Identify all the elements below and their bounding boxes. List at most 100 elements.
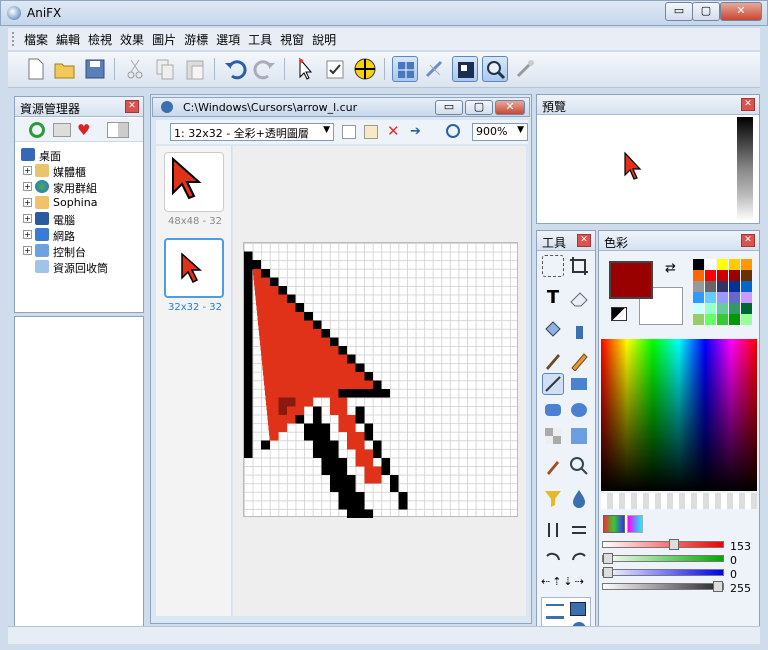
zoom-select[interactable]: 900% ▼ [472,123,528,141]
palette-swatch[interactable] [729,281,740,292]
palette-swatch[interactable] [741,303,752,314]
color-spectrum[interactable] [601,339,757,491]
palette-swatch[interactable] [705,292,716,303]
red-slider[interactable] [602,539,724,550]
expand-icon[interactable]: + [23,198,32,207]
palette-swatch[interactable] [717,259,728,270]
palette-swatch[interactable] [705,281,716,292]
delete-frame-icon[interactable]: ✕ [387,122,400,140]
color-picker-icon[interactable] [542,455,564,477]
palette-swatch[interactable] [717,270,728,281]
menu-options[interactable]: 選項 [212,28,244,51]
marquee-select-icon[interactable] [542,255,564,277]
palette-swatch[interactable] [729,303,740,314]
expand-icon[interactable]: + [23,182,32,191]
tree-item-desktop[interactable]: 桌面 [15,147,143,163]
doc-close-button[interactable]: ✕ [495,100,525,115]
zoom-icon[interactable] [482,56,508,82]
new-file-icon[interactable] [22,56,48,82]
menu-effects[interactable]: 效果 [116,28,148,51]
duplicate-frame-icon[interactable] [364,125,378,139]
hsv-mode-icon[interactable] [627,515,643,533]
palette-swatch[interactable] [705,259,716,270]
fill-bucket-icon[interactable] [542,319,564,341]
move-frame-icon[interactable]: ➔ [410,124,421,139]
palette-swatch[interactable] [693,270,704,281]
favorite-icon[interactable]: ♥ [77,121,90,139]
menu-file[interactable]: 檔案 [20,28,52,51]
palette-swatch[interactable] [705,314,716,325]
reset-colors-icon[interactable] [611,307,627,321]
open-folder-icon[interactable] [52,56,78,82]
doc-minimize-button[interactable]: ▭ [435,100,463,115]
fill-style-icon[interactable] [570,602,586,616]
rename-icon[interactable] [53,123,71,137]
checklist-icon[interactable] [322,56,348,82]
preview-icon[interactable] [452,56,478,82]
pencil-icon[interactable] [568,349,590,372]
palette-swatch[interactable] [717,292,728,303]
alpha-slider[interactable] [602,581,724,592]
palette-swatch[interactable] [705,303,716,314]
palette-swatch[interactable] [741,314,752,325]
palette-swatch[interactable] [741,281,752,292]
funnel-icon[interactable] [542,487,564,509]
expand-icon[interactable]: + [23,214,32,223]
frame-select[interactable]: 1: 32x32 - 全彩+透明圖層 ▼ [170,123,334,141]
line-width-icon[interactable] [546,616,564,619]
tree-item-network[interactable]: + 網路 [15,227,143,243]
expand-icon[interactable]: + [23,246,32,255]
transparency-icon[interactable] [542,425,564,447]
palette-swatch[interactable] [705,270,716,281]
palette-swatch[interactable] [741,270,752,281]
palette-swatch[interactable] [741,259,752,270]
rotate-left-icon[interactable] [542,545,564,567]
view-toggle-icon[interactable] [107,122,129,138]
menu-help[interactable]: 說明 [308,28,340,51]
palette-swatch[interactable] [729,292,740,303]
blue-slider-thumb[interactable] [603,567,613,578]
rectangle-fill-icon[interactable] [568,373,590,395]
hotspot-icon[interactable] [352,56,378,82]
tree-item-library[interactable]: + 媒體櫃 [15,163,143,179]
water-drop-icon[interactable] [568,487,590,509]
frame-thumb-32[interactable] [164,238,224,298]
menu-view[interactable]: 檢視 [84,28,116,51]
paste-icon[interactable] [182,56,208,82]
eraser-icon[interactable] [568,287,590,309]
palette-swatch[interactable] [717,281,728,292]
cursor-select-icon[interactable] [292,56,318,82]
text-tool-icon[interactable]: T [542,287,564,309]
line-tool-icon[interactable] [542,373,564,395]
cut-icon[interactable] [122,56,148,82]
tree-item-homegroup[interactable]: + 家用群組 [15,179,143,195]
flip-horizontal-icon[interactable] [568,519,590,541]
green-slider-thumb[interactable] [603,553,613,564]
menu-window[interactable]: 視窗 [276,28,308,51]
tree-item-control-panel[interactable]: + 控制台 [15,243,143,259]
palette-swatch[interactable] [729,270,740,281]
erase-bg-icon[interactable] [422,56,448,82]
save-icon[interactable] [82,56,108,82]
green-slider[interactable] [602,553,724,564]
menu-cursor[interactable]: 游標 [180,28,212,51]
copy-icon[interactable] [152,56,178,82]
tree-item-sophina[interactable]: + Sophina [15,195,143,211]
rgb-mode-icon[interactable] [603,515,625,533]
magic-wand-icon[interactable] [512,56,538,82]
alpha-slider-thumb[interactable] [713,581,723,592]
add-frame-icon[interactable] [342,125,356,139]
tree-item-recycle-bin[interactable]: 資源回收筒 [15,259,143,275]
doc-restore-button[interactable]: ▢ [465,100,493,115]
palette-swatch[interactable] [717,314,728,325]
crop-icon[interactable] [568,255,590,277]
menu-tools[interactable]: 工具 [244,28,276,51]
minimize-button[interactable]: ▭ [665,2,693,21]
palette-swatch[interactable] [693,259,704,270]
palette-swatch[interactable] [693,314,704,325]
close-button[interactable]: ✕ [720,2,762,21]
palette-swatch[interactable] [693,281,704,292]
zoom-out-icon[interactable] [446,124,460,138]
rotate-right-icon[interactable] [568,545,590,567]
preview-close-button[interactable]: ✕ [741,98,755,111]
